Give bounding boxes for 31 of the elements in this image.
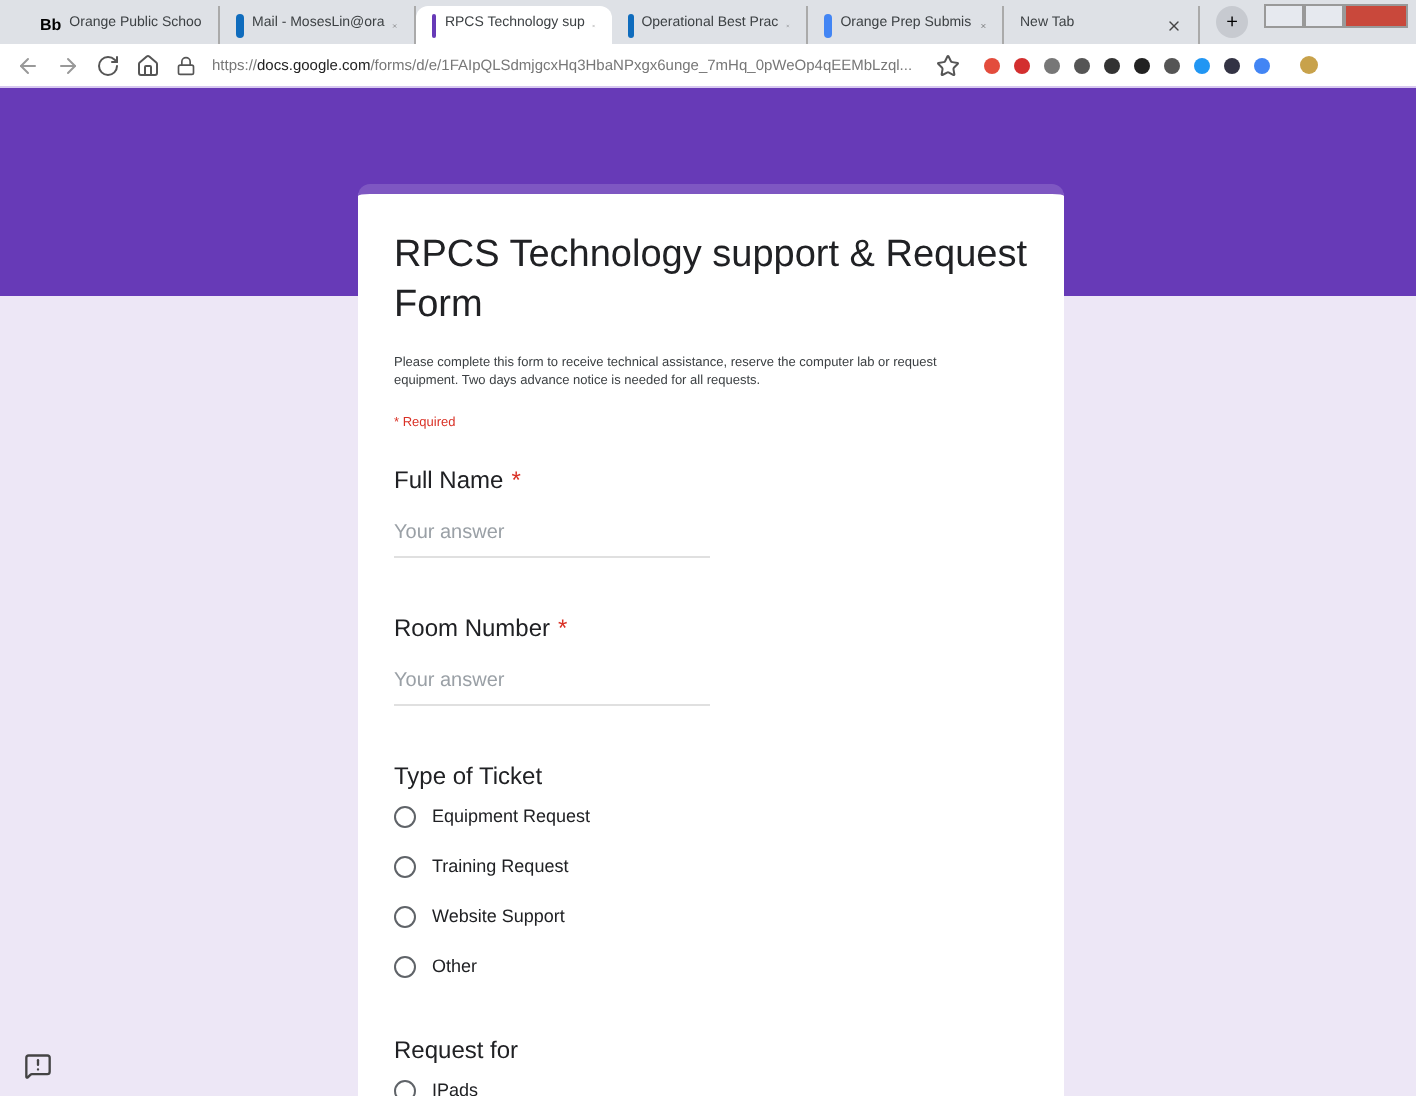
forward-icon[interactable] — [56, 53, 80, 77]
reload-icon[interactable] — [96, 53, 120, 77]
radio-button[interactable] — [394, 856, 416, 879]
radio-button[interactable] — [394, 806, 416, 829]
option-label: Other — [432, 954, 478, 980]
option-label: Equipment Request — [432, 804, 591, 830]
answer-field[interactable]: Your answer — [394, 517, 710, 558]
required-asterisk: * — [511, 465, 521, 494]
window-controls-icon[interactable] — [1264, 4, 1408, 28]
required-asterisk: * — [558, 613, 568, 642]
form-title: RPCS Technology support & Request Form — [394, 232, 1028, 330]
radio-button[interactable] — [394, 956, 416, 979]
star-icon[interactable] — [936, 53, 961, 77]
tab-favicon-text: Bb — [40, 13, 62, 37]
radio-button[interactable] — [394, 906, 416, 929]
feedback-icon[interactable] — [24, 1052, 52, 1080]
answer-field[interactable]: Your answer — [394, 665, 710, 706]
new-tab-button[interactable]: + — [1216, 6, 1248, 38]
option-label: IPads — [432, 1078, 479, 1096]
home-icon[interactable] — [136, 53, 160, 77]
option-label: Training Request — [432, 854, 569, 880]
radio-button[interactable] — [394, 1080, 416, 1096]
question-title: Full Name — [394, 465, 504, 494]
lock-icon — [176, 55, 196, 75]
back-icon[interactable] — [16, 53, 40, 77]
extension-icons-drawing[interactable] — [984, 56, 1319, 74]
question-title: Request for — [394, 1035, 519, 1064]
close-icon[interactable] — [1166, 17, 1182, 33]
question-title: Type of Ticket — [394, 761, 543, 790]
question-title: Room Number — [394, 613, 551, 642]
option-label: Website Support — [432, 904, 565, 930]
